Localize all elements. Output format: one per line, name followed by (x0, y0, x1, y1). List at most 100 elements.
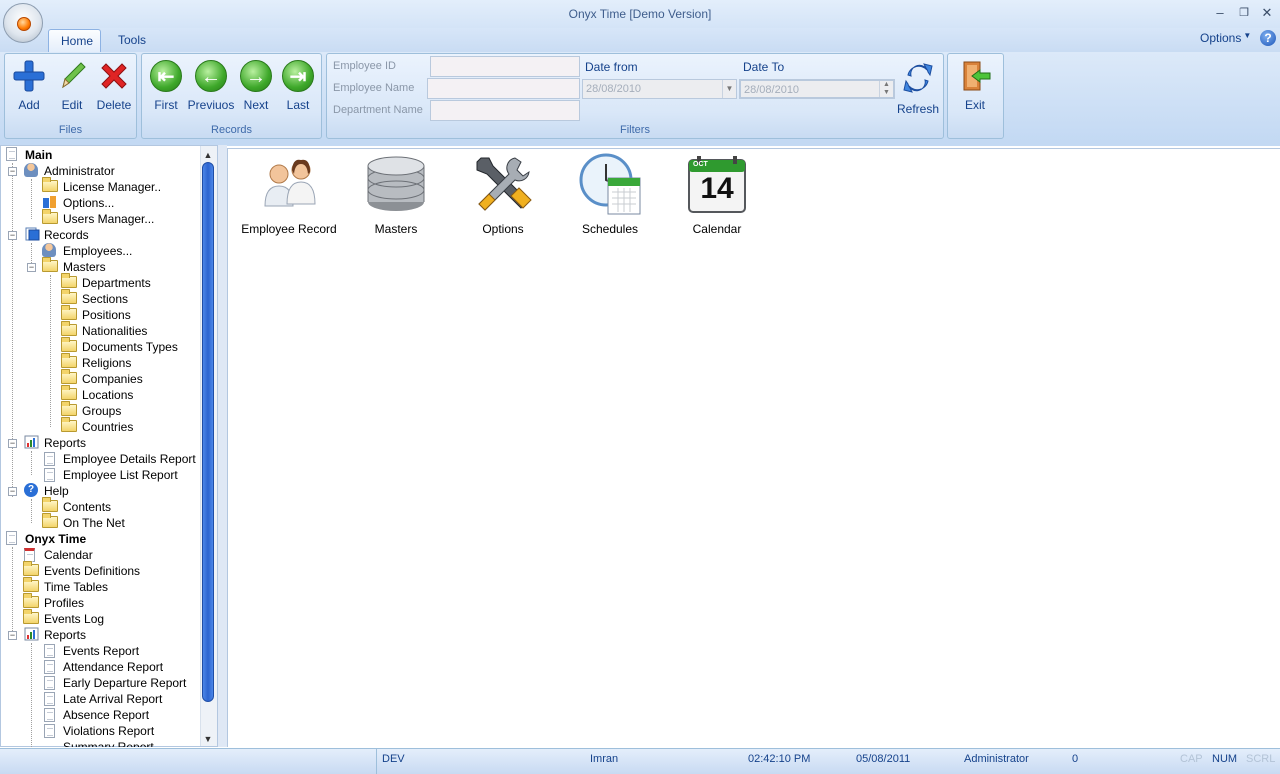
tree-node-on-the-net[interactable]: On The Net (63, 515, 125, 531)
tree-node-events-report[interactable]: Events Report (63, 643, 139, 659)
tree-node-contents[interactable]: Contents (63, 499, 111, 515)
records-group-label: Records (211, 124, 252, 136)
tree-node-events-definitions[interactable]: Events Definitions (44, 563, 140, 579)
folder-icon (61, 385, 77, 400)
tree-node-main[interactable]: Main (25, 147, 52, 163)
employee-id-input[interactable] (430, 56, 580, 77)
options-menu[interactable]: Options ▼ (1200, 31, 1251, 45)
panel-splitter[interactable] (218, 145, 227, 747)
tree-node-employee-list-report[interactable]: Employee List Report (63, 467, 178, 483)
employees-icon (257, 152, 321, 216)
tree-node-religions[interactable]: Religions (82, 355, 131, 371)
edit-button[interactable]: Edit (51, 58, 93, 112)
scroll-down-icon[interactable]: ▼ (202, 733, 214, 745)
folder-icon (61, 417, 77, 432)
tile-employee-record[interactable]: Employee Record (239, 152, 339, 236)
tree-node-absence-report[interactable]: Absence Report (63, 707, 149, 723)
tile-options[interactable]: Options (453, 152, 553, 236)
tree-node-employee-details-report[interactable]: Employee Details Report (63, 451, 196, 467)
tree-node-profiles[interactable]: Profiles (44, 595, 84, 611)
folder-icon (61, 289, 77, 304)
collapse-icon[interactable]: − (8, 231, 17, 240)
folder-icon (61, 353, 77, 368)
tree-node-departments[interactable]: Departments (82, 275, 151, 291)
next-label: Next (243, 98, 269, 112)
tile-calendar-label: Calendar (692, 222, 742, 236)
next-button[interactable]: → Next (234, 58, 278, 112)
status-role: Administrator (964, 753, 1029, 765)
tree-node-early-departure-report[interactable]: Early Departure Report (63, 675, 186, 691)
tree-node-countries[interactable]: Countries (82, 419, 133, 435)
tree-node-sections[interactable]: Sections (82, 291, 128, 307)
last-label: Last (286, 98, 310, 112)
tile-calendar[interactable]: OCT 14 Calendar (667, 152, 767, 236)
folder-icon (42, 497, 58, 512)
tree-node-time-tables[interactable]: Time Tables (44, 579, 108, 595)
tree-node-onyx-reports[interactable]: Reports (44, 627, 86, 643)
tree-node-late-arrival-report[interactable]: Late Arrival Report (63, 691, 162, 707)
tree-node-nationalities[interactable]: Nationalities (82, 323, 147, 339)
tile-masters[interactable]: Masters (346, 152, 446, 236)
delete-button[interactable]: Delete (93, 58, 135, 112)
restore-button[interactable]: ❐ (1234, 4, 1254, 22)
tree-node-groups[interactable]: Groups (82, 403, 121, 419)
department-name-input[interactable] (430, 100, 580, 121)
collapse-icon[interactable]: − (8, 439, 17, 448)
records-icon (24, 227, 40, 241)
tile-schedules[interactable]: Schedules (560, 152, 660, 236)
minimize-button[interactable]: – (1210, 4, 1230, 22)
date-to-picker[interactable]: 28/08/2010 ▲ ▼ (739, 79, 895, 99)
exit-button[interactable]: Exit (952, 58, 998, 112)
tab-tools[interactable]: Tools (106, 29, 160, 52)
tree-node-onyx-time[interactable]: Onyx Time (25, 531, 86, 547)
tree-node-employees[interactable]: Employees... (63, 243, 132, 259)
collapse-icon[interactable]: − (8, 167, 17, 176)
collapse-icon[interactable]: − (8, 631, 17, 640)
report-page-icon (44, 676, 55, 690)
tree-node-records[interactable]: Records (44, 227, 89, 243)
last-button[interactable]: ⇥ Last (276, 58, 320, 112)
first-label: First (154, 98, 178, 112)
tree-node-options[interactable]: Options... (63, 195, 114, 211)
tree-node-reports[interactable]: Reports (44, 435, 86, 451)
tree-node-summary-report[interactable]: Summary Report (63, 739, 154, 747)
employee-name-label: Employee Name (333, 82, 415, 94)
dropdown-arrow-icon[interactable]: ▼ (722, 80, 736, 98)
tree-node-users-manager[interactable]: Users Manager... (63, 211, 154, 227)
ribbon-tab-bar (0, 28, 1280, 52)
tree-scroll-thumb[interactable] (202, 162, 214, 702)
employee-name-input[interactable] (427, 78, 580, 99)
options-menu-label: Options (1200, 31, 1242, 45)
tree-node-locations[interactable]: Locations (82, 387, 133, 403)
tree-node-positions[interactable]: Positions (82, 307, 131, 323)
spin-arrows-icon[interactable]: ▲ ▼ (879, 81, 893, 97)
collapse-icon[interactable]: − (27, 263, 36, 272)
application-menu-button[interactable] (3, 3, 43, 43)
tree-node-events-log[interactable]: Events Log (44, 611, 104, 627)
tree-node-attendance-report[interactable]: Attendance Report (63, 659, 163, 675)
refresh-button[interactable]: Refresh (895, 58, 941, 116)
tree-node-companies[interactable]: Companies (82, 371, 143, 387)
report-page-icon (44, 660, 55, 674)
close-button[interactable]: ✕ (1257, 4, 1277, 22)
first-button[interactable]: ⇤ First (144, 58, 188, 112)
scroll-up-icon[interactable]: ▲ (202, 149, 214, 161)
collapse-icon[interactable]: − (8, 487, 17, 496)
onyx-node-icon (6, 531, 17, 545)
pencil-icon (54, 58, 90, 94)
tree-node-documents-types[interactable]: Documents Types (82, 339, 178, 355)
folder-icon (61, 305, 77, 320)
folder-icon (23, 577, 39, 592)
date-from-value: 28/08/2010 (586, 83, 642, 95)
add-button[interactable]: Add (7, 58, 51, 112)
tab-home[interactable]: Home (48, 29, 101, 52)
tree-node-calendar[interactable]: Calendar (44, 547, 93, 563)
tree-node-administrator[interactable]: Administrator (44, 163, 115, 179)
tree-connector (31, 451, 32, 475)
tree-connector (12, 547, 13, 635)
tree-node-violations-report[interactable]: Violations Report (63, 723, 154, 739)
tree-node-license-manager[interactable]: License Manager.. (63, 179, 161, 195)
date-from-picker[interactable]: 28/08/2010 ▼ (582, 79, 737, 99)
help-icon[interactable]: ? (1260, 30, 1276, 46)
previous-button[interactable]: ← Previuos (186, 58, 236, 112)
